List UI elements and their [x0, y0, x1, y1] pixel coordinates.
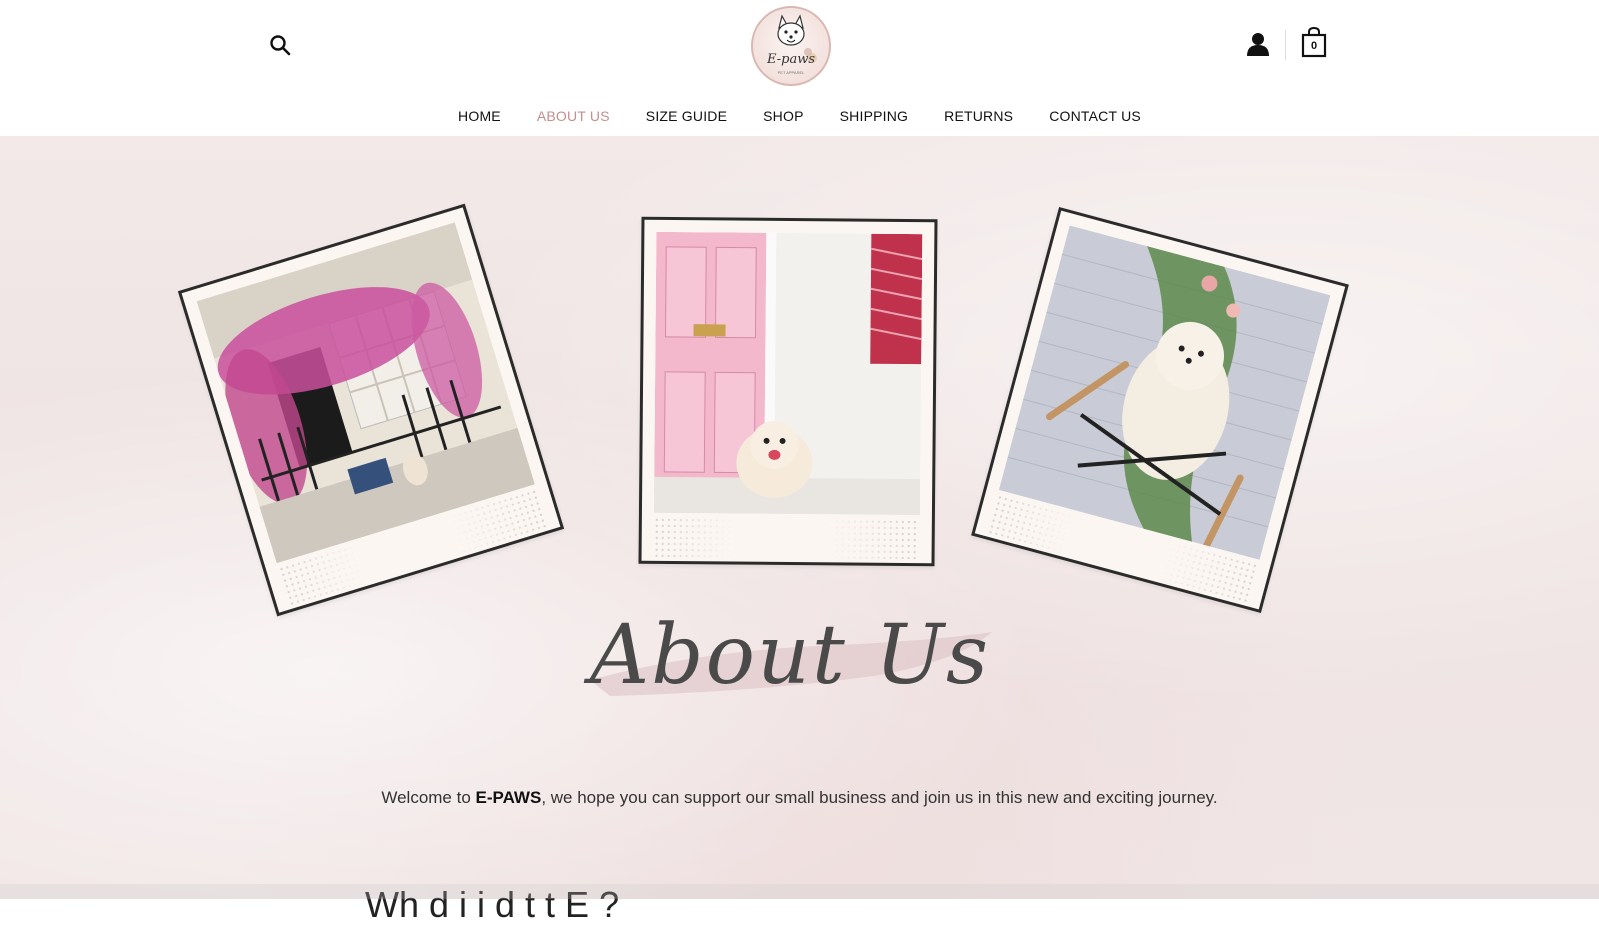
header-divider: [1285, 30, 1286, 60]
site-logo[interactable]: E-paws PET APPAREL: [751, 6, 831, 86]
user-icon: [1247, 33, 1269, 56]
nav-item-shipping[interactable]: SHIPPING: [822, 104, 927, 128]
account-button[interactable]: [1245, 31, 1271, 57]
nav-item-shop[interactable]: SHOP: [745, 104, 821, 128]
nav-item-size-guide[interactable]: SIZE GUIDE: [628, 104, 745, 128]
nav-item-contact-us[interactable]: CONTACT US: [1031, 104, 1159, 128]
polaroid-photo-pink-door: [638, 216, 938, 567]
welcome-text: Welcome to E-PAWS, we hope you can suppo…: [0, 788, 1599, 808]
cart-count-badge: 0: [1310, 40, 1318, 52]
site-header: E-paws PET APPAREL 0 HOME ABOUT US SIZE …: [0, 0, 1599, 136]
brand-name: E-PAWS: [475, 788, 542, 807]
logo-subtext: PET APPAREL: [777, 70, 805, 75]
about-title-block: About Us: [560, 600, 1020, 740]
search-button[interactable]: [268, 33, 292, 57]
main-navigation: HOME ABOUT US SIZE GUIDE SHOP SHIPPING R…: [0, 104, 1599, 128]
page-fold-shade: [0, 884, 1599, 899]
nav-item-returns[interactable]: RETURNS: [926, 104, 1031, 128]
cart-button[interactable]: 0: [1300, 26, 1328, 58]
search-icon: [270, 35, 291, 56]
pink-door-photo: [653, 231, 923, 516]
page-title: About Us: [589, 608, 991, 703]
polaroid-pattern: [653, 516, 920, 560]
logo-wordmark: E-paws: [767, 52, 815, 67]
nav-item-home[interactable]: HOME: [440, 104, 519, 128]
nav-item-about-us[interactable]: ABOUT US: [519, 104, 628, 128]
welcome-text-before: Welcome to: [381, 788, 476, 807]
welcome-text-after: , we hope you can support our small busi…: [541, 788, 1218, 807]
